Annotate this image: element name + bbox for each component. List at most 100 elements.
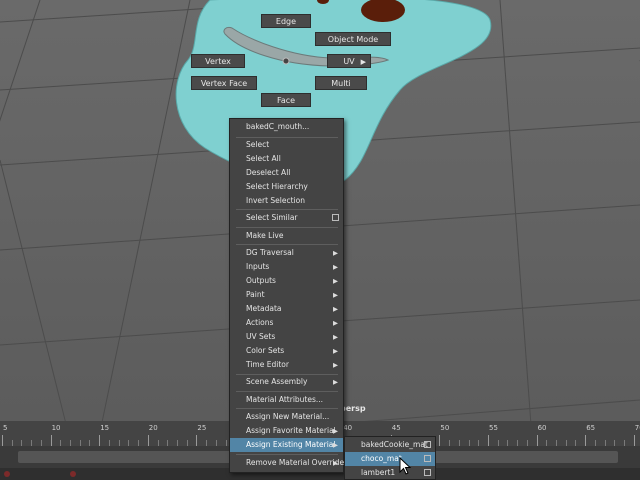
menu-item-label: Metadata [246,304,282,313]
menu-separator [236,454,338,455]
marking-face-button[interactable]: Face [261,93,311,107]
time-tick [585,435,587,446]
menu-item-select-all[interactable]: Select All [230,152,343,166]
menu-item-label: UV Sets [246,332,276,341]
submenu-item-choco-mat[interactable]: choco_mat [345,452,435,466]
menu-item-remove-material-override[interactable]: Remove Material Override ▶ [230,456,345,470]
menu-item-label: Color Sets [246,346,285,355]
time-tick [50,435,52,446]
menu-item-select-hierarchy[interactable]: Select Hierarchy [230,180,343,194]
existing-material-submenu: bakedCookie_mat choco_mat lambert1 [344,436,436,480]
menu-item-assign-new-material[interactable]: Assign New Material... [230,410,343,424]
menu-item-material-attributes[interactable]: Material Attributes... [230,393,343,407]
submenu-arrow-icon: ▶ [360,58,366,66]
submenu-arrow-icon: ▶ [333,459,338,467]
menu-object-title[interactable]: bakedC_mouth... [230,120,343,134]
menu-item-inputs[interactable]: Inputs ▶ [230,260,343,274]
submenu-arrow-icon: ▶ [333,361,338,369]
time-tick [2,435,3,446]
menu-separator [236,227,338,228]
marking-uv-label: UV [343,57,355,66]
time-tick [99,435,101,446]
menu-item-invert-selection[interactable]: Invert Selection [230,194,343,208]
time-tick-label: 70 [634,424,640,432]
submenu-arrow-icon: ▶ [333,263,338,271]
option-box-icon[interactable] [424,441,431,448]
submenu-item-label: bakedCookie_mat [361,440,428,449]
submenu-arrow-icon: ▶ [333,441,338,449]
menu-item-scene-assembly[interactable]: Scene Assembly ▶ [230,375,343,389]
time-tick-label: 65 [586,424,596,432]
time-tick-label: 25 [197,424,207,432]
time-tick-label: 20 [148,424,158,432]
menu-item-time-editor[interactable]: Time Editor ▶ [230,358,343,372]
submenu-arrow-icon: ▶ [333,277,338,285]
marking-multi-button[interactable]: Multi [315,76,367,90]
time-tick-label: 55 [489,424,498,432]
submenu-arrow-icon: ▶ [333,378,338,386]
menu-item-dg-traversal[interactable]: DG Traversal ▶ [230,246,343,260]
time-tick-label: 15 [100,424,110,432]
menu-item-deselect-all[interactable]: Deselect All [230,166,343,180]
marking-uv-button[interactable]: UV ▶ [327,54,371,68]
submenu-arrow-icon: ▶ [333,249,338,257]
time-tick-label: 50 [440,424,450,432]
menu-item-paint[interactable]: Paint ▶ [230,288,343,302]
submenu-arrow-icon: ▶ [333,319,338,327]
time-tick [633,435,635,446]
menu-item-assign-favorite-material[interactable]: Assign Favorite Material ▶ [230,424,343,438]
time-tick-label: 40 [343,424,353,432]
menu-item-uv-sets[interactable]: UV Sets ▶ [230,330,343,344]
menu-item-label: Assign Existing Material [246,440,336,449]
marking-edge-button[interactable]: Edge [261,14,311,28]
time-tick [536,435,538,446]
time-tick [147,435,149,446]
time-tick-label: 45 [391,424,401,432]
mouse-cursor-icon [399,457,412,475]
submenu-arrow-icon: ▶ [333,305,338,313]
submenu-arrow-icon: ▶ [333,291,338,299]
menu-separator [236,391,338,392]
key-marker [4,471,10,477]
menu-item-label: Paint [246,290,265,299]
context-menu: bakedC_mouth... Select Select All Desele… [229,118,344,473]
menu-item-label: Outputs [246,276,276,285]
menu-item-label: Inputs [246,262,270,271]
menu-item-label: Remove Material Override [246,458,345,467]
option-box-icon[interactable] [332,214,339,221]
time-tick [439,435,441,446]
menu-item-select-similar[interactable]: Select Similar [230,211,343,225]
menu-item-label: Scene Assembly [246,377,308,386]
menu-separator [236,408,338,409]
menu-item-outputs[interactable]: Outputs ▶ [230,274,343,288]
marking-vertex-face-button[interactable]: Vertex Face [191,76,257,90]
menu-item-metadata[interactable]: Metadata ▶ [230,302,343,316]
submenu-item-label: lambert1 [361,468,396,477]
submenu-item-label: choco_mat [361,454,402,463]
marking-object-mode-button[interactable]: Object Mode [315,32,391,46]
submenu-arrow-icon: ▶ [333,333,338,341]
menu-item-assign-existing-material[interactable]: Assign Existing Material ▶ [230,438,343,452]
time-tick [488,435,489,446]
menu-item-select[interactable]: Select [230,138,343,152]
option-box-icon[interactable] [424,455,431,462]
marking-vertex-button[interactable]: Vertex [191,54,245,68]
submenu-item-bakedcookie-mat[interactable]: bakedCookie_mat [345,438,435,452]
submenu-item-lambert1[interactable]: lambert1 [345,466,435,480]
menu-separator [236,244,338,245]
marking-menu-center [282,57,290,65]
menu-item-actions[interactable]: Actions ▶ [230,316,343,330]
time-tick-label: 10 [51,424,61,432]
key-marker [70,471,76,477]
option-box-icon[interactable] [424,469,431,476]
menu-separator [236,209,338,210]
time-tick-label: 60 [537,424,547,432]
menu-item-color-sets[interactable]: Color Sets ▶ [230,344,343,358]
submenu-arrow-icon: ▶ [333,347,338,355]
menu-item-label: DG Traversal [246,248,294,257]
menu-item-label: Time Editor [246,360,289,369]
menu-item-label: Actions [246,318,274,327]
menu-item-label: Assign Favorite Material [246,426,336,435]
time-tick [196,435,198,446]
menu-item-make-live[interactable]: Make Live [230,229,343,243]
